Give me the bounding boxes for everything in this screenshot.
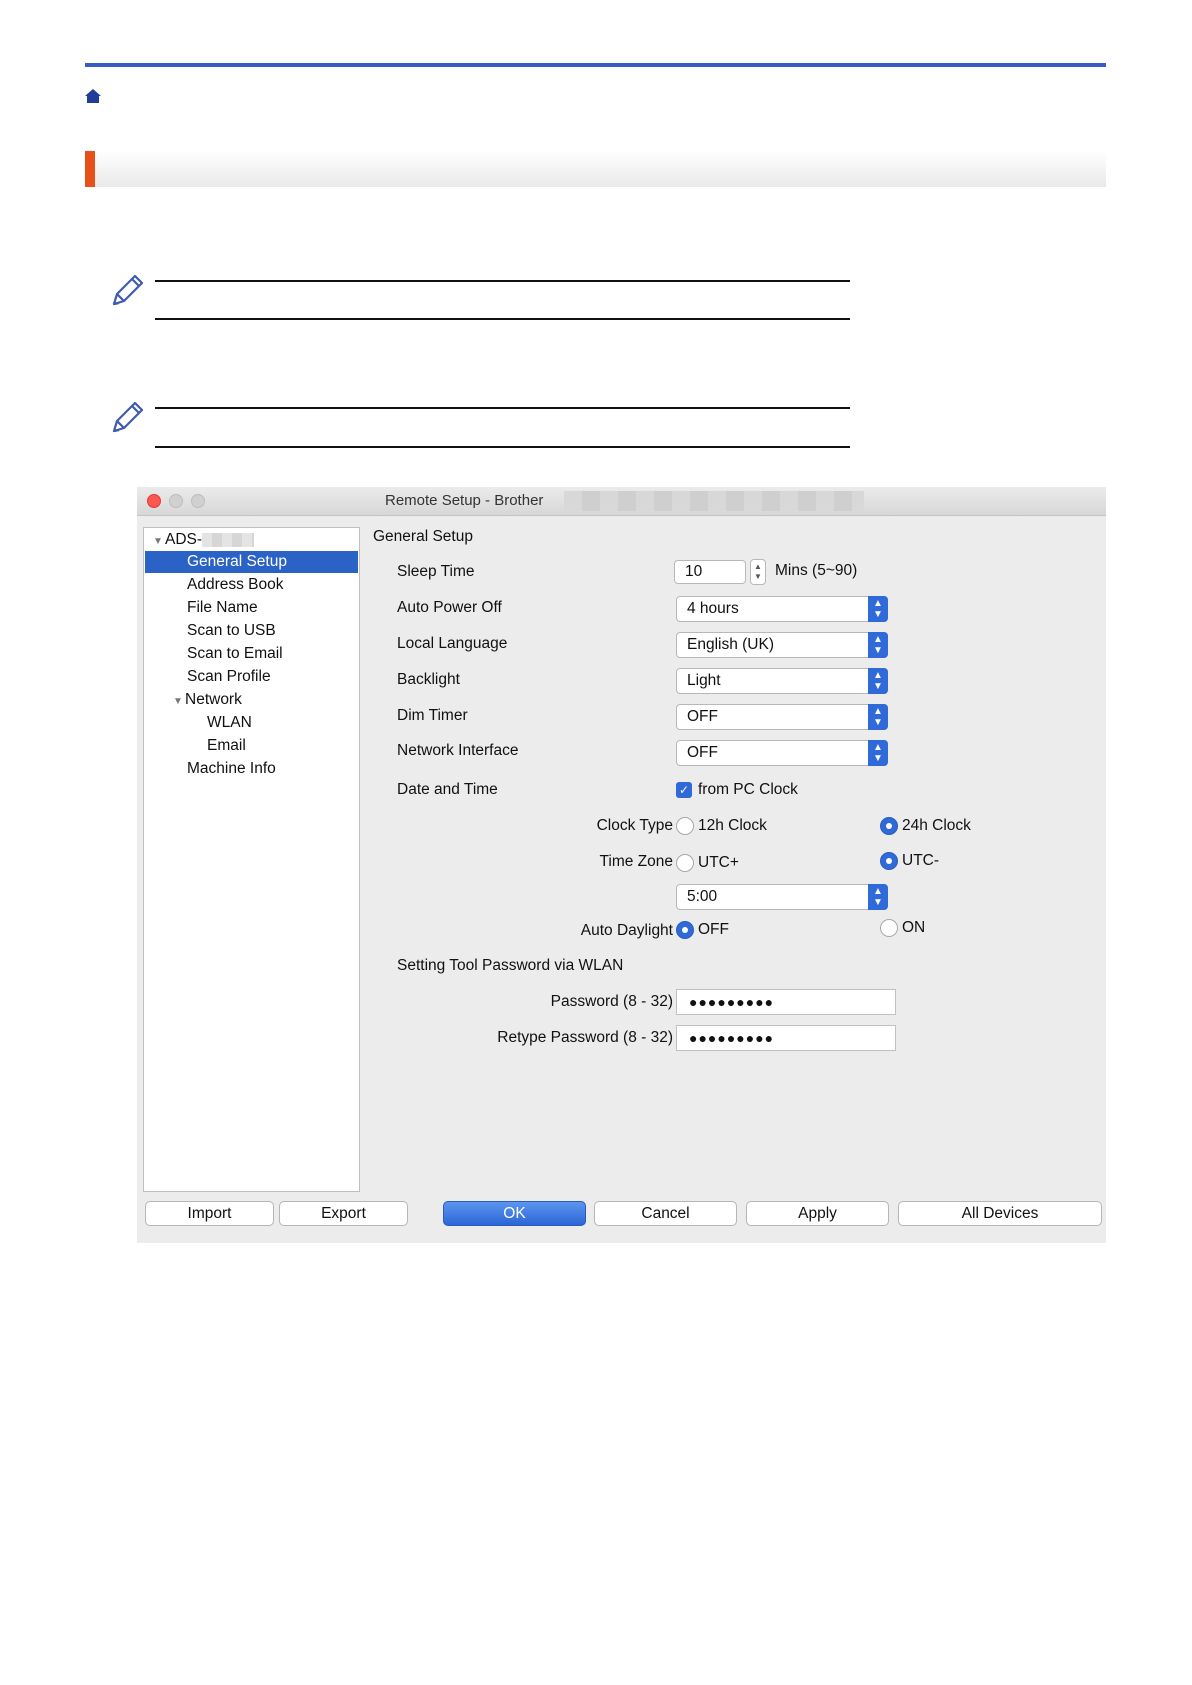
auto-daylight-label: Auto Daylight [580,922,673,939]
tree-item-general-setup[interactable]: General Setup [145,551,358,573]
tree-item-wlan[interactable]: WLAN [145,712,358,734]
date-time-label: Date and Time [397,781,498,798]
note-rule-bottom [155,446,850,448]
dim-timer-label: Dim Timer [397,707,468,724]
password-section-label: Setting Tool Password via WLAN [397,957,624,974]
section-title: General Setup [373,528,473,545]
title-accent-bar [85,151,95,187]
tree-item-address-book[interactable]: Address Book [145,574,358,596]
from-pc-clock-label: from PC Clock [698,781,798,798]
auto-daylight-off-label: OFF [698,921,729,938]
home-icon[interactable] [85,89,101,103]
remote-setup-window: Remote Setup - Brother ▼ ADS- General Set… [137,487,1106,1243]
tree-item-scan-to-usb[interactable]: Scan to USB [145,620,358,642]
select-chevron-icon: ▲ ▼ [868,740,888,766]
all-devices-button[interactable]: All Devices [898,1201,1102,1226]
pencil-note-icon [112,401,144,433]
auto-daylight-off-radio[interactable] [676,921,694,939]
pencil-note-icon [112,274,144,306]
clock-type-24h-label: 24h Clock [902,817,971,834]
select-chevron-icon: ▲ ▼ [868,704,888,730]
tree-item-scan-to-email[interactable]: Scan to Email [145,643,358,665]
auto-power-off-select[interactable]: 4 hours ▲ ▼ [676,596,888,622]
time-zone-utc-minus-radio[interactable] [880,852,898,870]
note-rule-top [155,280,850,282]
tree-item-file-name[interactable]: File Name [145,597,358,619]
zoom-window-button[interactable] [191,494,205,508]
clock-type-12h-label: 12h Clock [698,817,767,834]
apply-button[interactable]: Apply [746,1201,889,1226]
password-field[interactable]: ●●●●●●●●● [676,989,896,1015]
time-zone-offset-select[interactable]: 5:00 ▲ ▼ [676,884,888,910]
tree-item-email[interactable]: Email [145,735,358,757]
minimize-window-button[interactable] [169,494,183,508]
tree-item-scan-profile[interactable]: Scan Profile [145,666,358,688]
note-rule-top [155,407,850,409]
password-label: Password (8 - 32) [550,993,673,1010]
retype-password-field[interactable]: ●●●●●●●●● [676,1025,896,1051]
clock-type-24h-radio[interactable] [880,817,898,835]
clock-type-12h-radio[interactable] [676,817,694,835]
local-language-label: Local Language [397,635,508,652]
ok-button[interactable]: OK [443,1201,586,1226]
backlight-select[interactable]: Light ▲ ▼ [676,668,888,694]
clock-type-label: Clock Type [596,817,673,834]
local-language-select[interactable]: English (UK) ▲ ▼ [676,632,888,658]
expand-triangle-icon[interactable]: ▼ [153,531,165,553]
redacted-model-name [564,491,864,511]
tree-root[interactable]: ▼ ADS- [145,529,358,551]
select-chevron-icon: ▲ ▼ [868,596,888,622]
window-title: Remote Setup - Brother [385,492,544,509]
time-zone-label: Time Zone [599,853,673,870]
sleep-time-stepper[interactable]: ▲ ▼ [750,559,766,585]
dim-timer-select[interactable]: OFF ▲ ▼ [676,704,888,730]
retype-password-label: Retype Password (8 - 32) [497,1029,673,1046]
backlight-label: Backlight [397,671,460,688]
note-rule-bottom [155,318,850,320]
select-chevron-icon: ▲ ▼ [868,632,888,658]
import-button[interactable]: Import [145,1201,274,1226]
section-title-band [85,151,1106,187]
redacted-model-suffix [202,532,255,547]
top-rule [85,63,1106,67]
window-titlebar: Remote Setup - Brother [137,487,1106,516]
settings-tree: ▼ ADS- General Setup Address Book File Na… [143,527,360,1192]
from-pc-clock-checkbox[interactable]: ✓ [676,782,692,798]
tree-item-machine-info[interactable]: Machine Info [145,758,358,780]
sleep-time-label: Sleep Time [397,563,475,580]
close-window-button[interactable] [147,494,161,508]
time-zone-utc-minus-label: UTC- [902,852,940,869]
select-chevron-icon: ▲ ▼ [868,884,888,910]
select-chevron-icon: ▲ ▼ [868,668,888,694]
time-zone-utc-plus-label: UTC+ [698,854,739,871]
time-zone-utc-plus-radio[interactable] [676,854,694,872]
sleep-time-unit: Mins (5~90) [775,562,858,579]
cancel-button[interactable]: Cancel [594,1201,737,1226]
auto-daylight-on-label: ON [902,919,926,936]
export-button[interactable]: Export [279,1201,408,1226]
network-interface-label: Network Interface [397,742,519,759]
expand-triangle-icon[interactable]: ▼ [173,691,185,713]
tree-item-network[interactable]: ▼ Network [145,689,358,711]
auto-daylight-on-radio[interactable] [880,919,898,937]
auto-power-off-label: Auto Power Off [397,599,502,616]
network-interface-select[interactable]: OFF ▲ ▼ [676,740,888,766]
sleep-time-input[interactable]: 10 [674,560,746,584]
